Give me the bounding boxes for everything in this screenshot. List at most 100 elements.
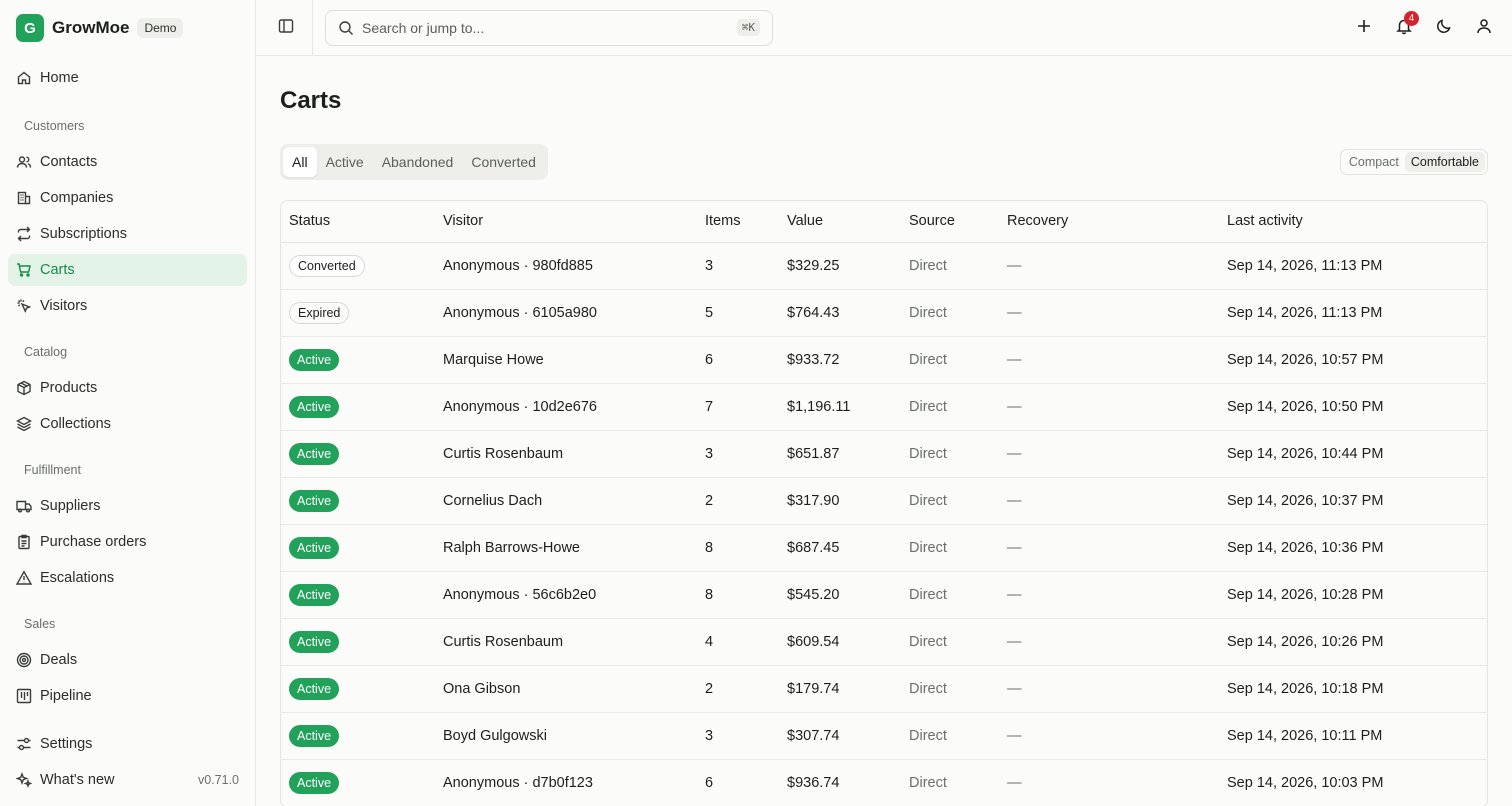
building-icon [16, 190, 32, 206]
table-row[interactable]: Active Anonymous · d7b0f123 6 $936.74 Di… [281, 759, 1487, 806]
create-button[interactable] [1352, 16, 1376, 40]
table-row[interactable]: Active Ralph Barrows-Howe 8 $687.45 Dire… [281, 524, 1487, 572]
search-shortcut: ⌘K [736, 19, 760, 36]
column-header-visitor[interactable]: Visitor [435, 201, 697, 243]
brand-name: GrowMoe [52, 18, 130, 37]
sidebar-item-label: What's new [40, 772, 115, 788]
items-cell: 2 [697, 477, 779, 525]
status-cell: Active [281, 524, 435, 572]
status-tabs: All Active Abandoned Converted [280, 144, 548, 180]
column-header-status[interactable]: Status [281, 201, 435, 243]
section-customers: Customers [24, 119, 85, 133]
sidebar-item-escalations[interactable]: Escalations [8, 562, 247, 594]
theme-toggle-button[interactable] [1432, 16, 1456, 40]
sidebar-item-home[interactable]: Home [8, 62, 247, 94]
tab-all[interactable]: All [283, 147, 317, 177]
sidebar-item-label: Companies [40, 190, 114, 206]
table-row[interactable]: Active Curtis Rosenbaum 3 $651.87 Direct… [281, 430, 1487, 478]
table-row[interactable]: Active Curtis Rosenbaum 4 $609.54 Direct… [281, 618, 1487, 666]
search-input[interactable] [362, 19, 737, 36]
cursor-click-icon [16, 298, 32, 314]
density-compact-button[interactable]: Compact [1343, 152, 1405, 172]
visitor-cell: Boyd Gulgowski [435, 712, 697, 760]
notifications-button[interactable]: 4 [1392, 10, 1419, 40]
sidebar-item-contacts[interactable]: Contacts [8, 146, 247, 178]
sidebar-item-pipeline[interactable]: Pipeline [8, 680, 247, 712]
sidebar-item-carts[interactable]: Carts [8, 254, 247, 286]
table-row[interactable]: Active Boyd Gulgowski 3 $307.74 Direct —… [281, 712, 1487, 760]
section-fulfillment: Fulfillment [24, 463, 81, 477]
last-activity-cell: Sep 14, 2026, 10:18 PM [1219, 665, 1487, 713]
table-row[interactable]: Active Marquise Howe 6 $933.72 Direct — … [281, 336, 1487, 384]
source-cell: Direct [901, 383, 999, 431]
status-cell: Expired [281, 289, 435, 337]
last-activity-cell: Sep 14, 2026, 10:28 PM [1219, 571, 1487, 619]
status-cell: Active [281, 336, 435, 384]
sidebar-item-subscriptions[interactable]: Subscriptions [8, 218, 247, 250]
table-row[interactable]: Active Ona Gibson 2 $179.74 Direct — Sep… [281, 665, 1487, 713]
sidebar-item-whats-new[interactable]: What's new v0.71.0 [8, 764, 247, 796]
users-icon [16, 154, 32, 170]
table-row[interactable]: Expired Anonymous · 6105a980 5 $764.43 D… [281, 289, 1487, 337]
tab-abandoned[interactable]: Abandoned [373, 147, 463, 177]
value-cell: $1,196.11 [779, 383, 901, 431]
page-content: Carts All Active Abandoned Converted Com… [256, 56, 1512, 806]
status-badge: Active [289, 395, 340, 418]
visitor-cell: Ona Gibson [435, 665, 697, 713]
home-icon [16, 70, 32, 86]
recovery-cell: — [999, 383, 1219, 431]
search-icon [338, 20, 354, 36]
brand[interactable]: G GrowMoe Demo [0, 0, 255, 56]
status-badge: Active [289, 583, 340, 606]
box-icon [16, 380, 32, 396]
sidebar-item-label: Subscriptions [40, 226, 128, 242]
sidebar-item-settings[interactable]: Settings [8, 728, 247, 760]
recovery-cell: — [999, 618, 1219, 666]
sidebar-item-products[interactable]: Products [8, 372, 247, 404]
sidebar-item-visitors[interactable]: Visitors [8, 290, 247, 322]
column-header-source[interactable]: Source [901, 201, 999, 243]
topbar: ⌘K 4 [256, 0, 1512, 56]
source-cell: Direct [901, 665, 999, 713]
status-badge: Active [289, 630, 340, 653]
density-comfortable-button[interactable]: Comfortable [1404, 152, 1485, 172]
last-activity-cell: Sep 14, 2026, 10:26 PM [1219, 618, 1487, 666]
demo-badge: Demo [137, 18, 184, 38]
kanban-icon [16, 688, 32, 704]
sidebar-item-collections[interactable]: Collections [8, 408, 247, 440]
status-cell: Active [281, 571, 435, 619]
status-cell: Active [281, 618, 435, 666]
search-box[interactable]: ⌘K [325, 9, 773, 46]
table-row[interactable]: Active Anonymous · 56c6b2e0 8 $545.20 Di… [281, 571, 1487, 619]
sidebar-item-suppliers[interactable]: Suppliers [8, 490, 247, 522]
table-row[interactable]: Active Anonymous · 10d2e676 7 $1,196.11 … [281, 383, 1487, 431]
last-activity-cell: Sep 14, 2026, 10:50 PM [1219, 383, 1487, 431]
recovery-cell: — [999, 430, 1219, 478]
sidebar-item-label: Contacts [40, 154, 98, 170]
tab-active[interactable]: Active [317, 147, 373, 177]
table-row[interactable]: Converted Anonymous · 980fd885 3 $329.25… [281, 242, 1487, 290]
items-cell: 2 [697, 665, 779, 713]
visitor-cell: Anonymous · 6105a980 [435, 289, 697, 337]
account-button[interactable] [1472, 16, 1496, 40]
column-header-value[interactable]: Value [779, 201, 901, 243]
column-header-last-activity[interactable]: Last activity [1219, 201, 1487, 243]
visitor-cell: Anonymous · 56c6b2e0 [435, 571, 697, 619]
source-cell: Direct [901, 712, 999, 760]
last-activity-cell: Sep 14, 2026, 10:36 PM [1219, 524, 1487, 572]
recovery-cell: — [999, 477, 1219, 525]
main-area: ⌘K 4 [256, 0, 1512, 806]
column-header-recovery[interactable]: Recovery [999, 201, 1219, 243]
sidebar-item-purchase-orders[interactable]: Purchase orders [8, 526, 247, 558]
page-title: Carts [280, 87, 342, 114]
tab-converted[interactable]: Converted [462, 147, 545, 177]
table-row[interactable]: Active Cornelius Dach 2 $317.90 Direct —… [281, 477, 1487, 525]
last-activity-cell: Sep 14, 2026, 10:57 PM [1219, 336, 1487, 384]
recovery-cell: — [999, 571, 1219, 619]
sidebar-item-deals[interactable]: Deals [8, 644, 247, 676]
sidebar-item-companies[interactable]: Companies [8, 182, 247, 214]
column-header-items[interactable]: Items [697, 201, 779, 243]
visitor-cell: Curtis Rosenbaum [435, 618, 697, 666]
sidebar-toggle-button[interactable] [272, 14, 300, 42]
items-cell: 8 [697, 571, 779, 619]
